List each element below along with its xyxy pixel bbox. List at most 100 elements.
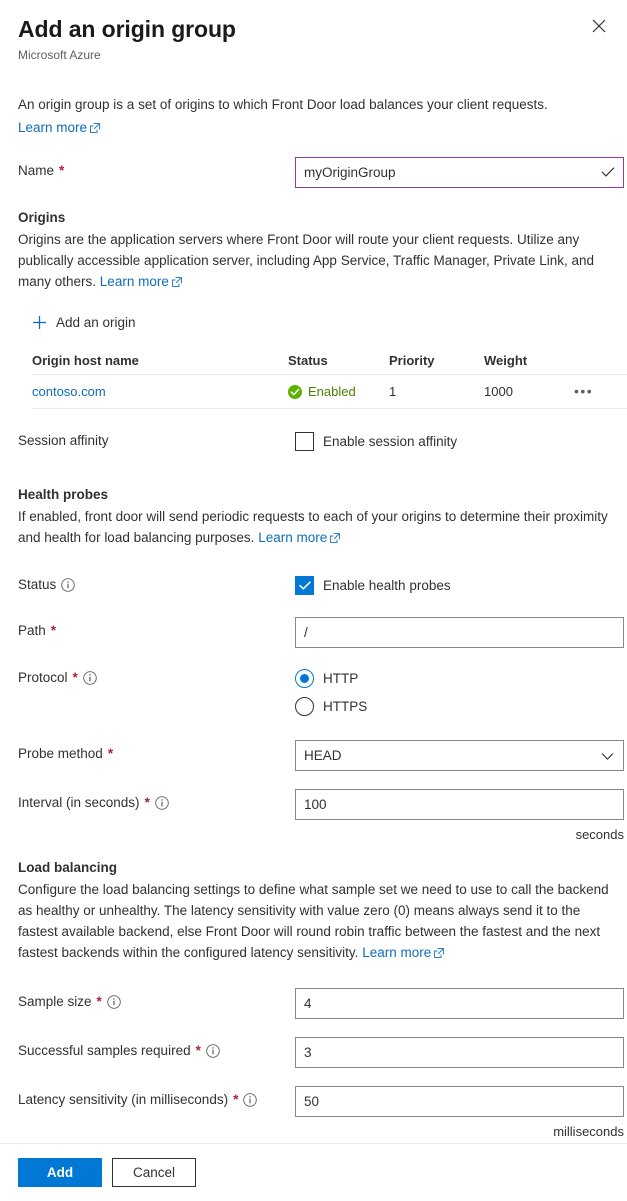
protocol-option-https-label: HTTPS bbox=[323, 698, 368, 714]
enable-health-probes-checkbox[interactable]: Enable health probes bbox=[295, 571, 609, 599]
name-control bbox=[295, 157, 624, 188]
page-subtitle: Microsoft Azure bbox=[18, 48, 101, 62]
load-balancing-learn-more-link[interactable]: Learn more bbox=[362, 945, 431, 960]
sample-size-label: Sample size * bbox=[18, 988, 295, 1016]
info-icon[interactable] bbox=[107, 995, 121, 1009]
status-badge: Enabled bbox=[308, 384, 356, 399]
probe-method-select[interactable] bbox=[295, 740, 624, 771]
sample-size-input[interactable] bbox=[295, 988, 624, 1019]
add-button[interactable]: Add bbox=[18, 1158, 102, 1187]
path-label-text: Path bbox=[18, 623, 46, 638]
session-affinity-label-text: Session affinity bbox=[18, 433, 109, 448]
add-an-origin-label: Add an origin bbox=[56, 315, 136, 330]
successful-samples-control bbox=[295, 1037, 624, 1068]
column-header-priority: Priority bbox=[389, 353, 435, 368]
origin-host-cell: contoso.com bbox=[32, 384, 288, 399]
sample-size-control bbox=[295, 988, 624, 1019]
info-icon[interactable] bbox=[155, 796, 169, 810]
panel-footer: Add Cancel bbox=[0, 1143, 627, 1201]
info-icon[interactable] bbox=[243, 1093, 258, 1107]
successful-samples-label: Successful samples required * bbox=[18, 1037, 295, 1065]
checkbox-box-unchecked bbox=[295, 431, 314, 451]
panel-body: An origin group is a set of origins to w… bbox=[0, 64, 627, 1143]
origin-host-link[interactable]: contoso.com bbox=[32, 384, 106, 399]
path-row: Path * bbox=[18, 617, 624, 648]
info-icon[interactable] bbox=[61, 578, 76, 592]
radio-unselected bbox=[295, 696, 314, 716]
session-affinity-row: Session affinity Enable session affinity bbox=[18, 427, 609, 455]
required-asterisk: * bbox=[50, 623, 57, 639]
column-header-origin-host-name: Origin host name bbox=[32, 353, 139, 368]
external-link-icon bbox=[90, 118, 100, 139]
interval-label: Interval (in seconds) * bbox=[18, 789, 295, 817]
radio-selected bbox=[295, 668, 314, 688]
origins-description: Origins are the application servers wher… bbox=[18, 229, 609, 293]
enable-health-probes-label: Enable health probes bbox=[323, 577, 451, 593]
info-icon[interactable] bbox=[83, 671, 97, 685]
health-probe-status-label-text: Status bbox=[18, 577, 57, 592]
table-row: contoso.com Enabled 1 1000 ••• bbox=[32, 375, 627, 409]
info-icon[interactable] bbox=[206, 1044, 220, 1058]
name-label-text: Name bbox=[18, 163, 55, 178]
intro-learn-more-link[interactable]: Learn more bbox=[18, 120, 87, 135]
intro-text: An origin group is a set of origins to w… bbox=[18, 94, 609, 139]
successful-samples-row: Successful samples required * bbox=[18, 1037, 624, 1068]
origins-title: Origins bbox=[18, 210, 66, 225]
latency-sensitivity-label: Latency sensitivity (in milliseconds) * bbox=[18, 1086, 295, 1114]
load-balancing-description: Configure the load balancing settings to… bbox=[18, 879, 609, 964]
sample-size-label-text: Sample size bbox=[18, 994, 92, 1009]
protocol-option-http[interactable]: HTTP bbox=[295, 664, 609, 692]
path-label: Path * bbox=[18, 617, 295, 645]
probe-method-control bbox=[295, 740, 624, 771]
close-icon[interactable] bbox=[583, 10, 615, 42]
more-options-icon[interactable]: ••• bbox=[574, 383, 593, 399]
load-balancing-section: Load balancing Configure the load balanc… bbox=[18, 858, 609, 964]
protocol-control: HTTP HTTPS bbox=[295, 664, 609, 720]
session-affinity-label: Session affinity bbox=[18, 427, 295, 455]
protocol-label: Protocol * bbox=[18, 664, 295, 692]
add-an-origin-button[interactable]: Add an origin bbox=[32, 315, 136, 330]
protocol-option-http-label: HTTP bbox=[323, 670, 359, 686]
probe-method-label: Probe method * bbox=[18, 740, 295, 768]
table-header-row: Origin host name Status Priority Weight bbox=[32, 347, 627, 375]
health-probe-status-row: Status Enable health probes bbox=[18, 571, 609, 599]
cancel-button[interactable]: Cancel bbox=[112, 1158, 196, 1187]
origins-learn-more-link[interactable]: Learn more bbox=[100, 274, 169, 289]
origin-status-cell: Enabled bbox=[288, 384, 389, 399]
enable-session-affinity-label: Enable session affinity bbox=[323, 433, 458, 449]
status-success-icon bbox=[288, 384, 302, 399]
external-link-icon bbox=[434, 943, 445, 964]
path-control bbox=[295, 617, 624, 648]
enable-session-affinity-checkbox[interactable]: Enable session affinity bbox=[295, 427, 609, 455]
path-input[interactable] bbox=[295, 617, 624, 648]
name-row: Name * bbox=[18, 157, 624, 188]
column-header-status: Status bbox=[288, 353, 328, 368]
health-probes-title: Health probes bbox=[18, 487, 109, 502]
latency-sensitivity-label-text: Latency sensitivity (in milliseconds) bbox=[18, 1092, 229, 1107]
required-asterisk: * bbox=[107, 746, 114, 762]
interval-input[interactable] bbox=[295, 789, 624, 820]
health-probes-description: If enabled, front door will send periodi… bbox=[18, 506, 609, 549]
origin-priority-cell: 1 bbox=[389, 384, 397, 399]
required-asterisk: * bbox=[96, 994, 102, 1010]
successful-samples-input[interactable] bbox=[295, 1037, 624, 1068]
health-probes-learn-more-link[interactable]: Learn more bbox=[258, 530, 327, 545]
origin-weight-cell: 1000 bbox=[484, 384, 513, 399]
successful-samples-label-text: Successful samples required bbox=[18, 1043, 191, 1058]
panel-header: Add an origin group Microsoft Azure bbox=[0, 0, 627, 64]
probe-method-row: Probe method * bbox=[18, 740, 624, 771]
load-balancing-title: Load balancing bbox=[18, 860, 118, 875]
origin-actions-cell: ••• bbox=[574, 384, 627, 399]
latency-sensitivity-input[interactable] bbox=[295, 1086, 624, 1117]
health-probe-status-label: Status bbox=[18, 571, 295, 599]
protocol-option-https[interactable]: HTTPS bbox=[295, 692, 609, 720]
sample-size-row: Sample size * bbox=[18, 988, 624, 1019]
name-input[interactable] bbox=[295, 157, 624, 188]
interval-unit-label: seconds bbox=[575, 827, 624, 842]
health-probe-status-control: Enable health probes bbox=[295, 571, 609, 599]
required-asterisk: * bbox=[72, 670, 78, 686]
external-link-icon bbox=[330, 528, 341, 549]
protocol-label-text: Protocol bbox=[18, 670, 68, 685]
health-probes-section: Health probes If enabled, front door wil… bbox=[18, 485, 609, 549]
probe-method-label-text: Probe method bbox=[18, 746, 103, 761]
